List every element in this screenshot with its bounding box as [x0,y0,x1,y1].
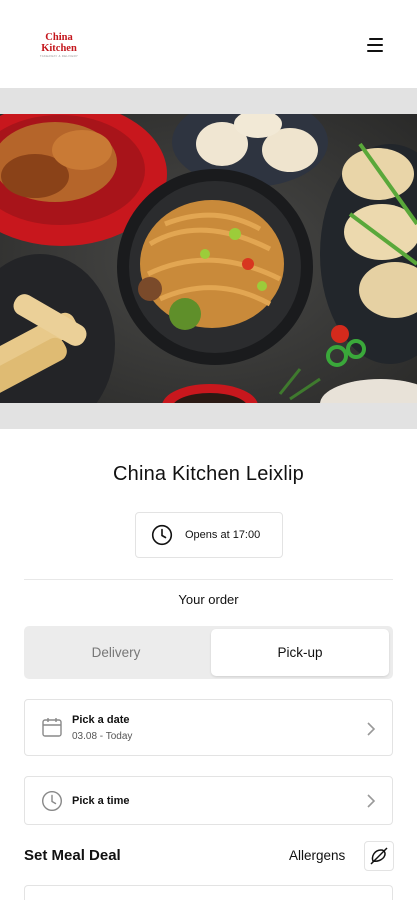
pick-date-button[interactable]: Pick a date 03.08 - Today [24,699,393,756]
clock-icon [151,524,173,546]
pick-time-label: Pick a time [72,795,130,807]
pick-date-label: Pick a date [72,714,130,726]
clock-icon [41,790,63,812]
pick-date-value: 03.08 - Today [72,731,133,742]
hamburger-menu-icon[interactable] [366,36,388,54]
logo-tagline: TAKEAWAY & DELIVERY [39,54,79,58]
section-divider [24,579,393,580]
allergens-link[interactable]: Allergens [289,848,345,863]
opens-at-text: Opens at 17:00 [185,529,261,541]
logo-line-1: China [45,32,73,43]
brand-logo[interactable]: China Kitchen TAKEAWAY & DELIVERY [36,32,82,59]
chevron-right-icon [367,794,376,808]
menu-category-title: Set Meal Deal [24,847,121,864]
delivery-tab[interactable]: Delivery [24,626,208,679]
pick-time-button[interactable]: Pick a time [24,776,393,825]
app-header: China Kitchen TAKEAWAY & DELIVERY [0,0,417,88]
hero-top-band [0,88,417,114]
your-order-heading: Your order [178,592,239,607]
menu-item-card[interactable] [24,885,393,900]
calendar-icon [42,718,62,737]
hero-food-image [0,114,417,403]
logo-line-2: Kitchen [41,43,77,54]
allergen-filter-icon[interactable] [364,841,394,871]
opening-hours-badge: Opens at 17:00 [135,512,283,558]
hero-bottom-band [0,403,417,429]
chevron-right-icon [367,722,376,736]
pickup-tab[interactable]: Pick-up [211,629,389,676]
restaurant-name: China Kitchen Leixlip [113,463,304,485]
order-mode-toggle: Delivery Pick-up [24,626,393,679]
